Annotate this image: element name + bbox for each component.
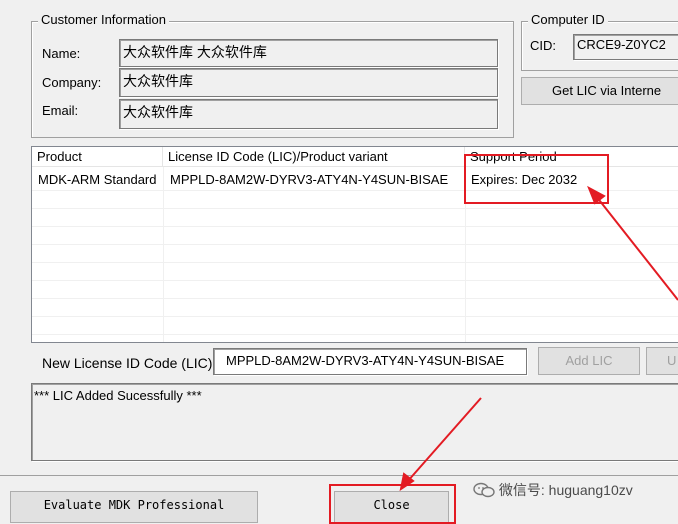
wechat-watermark: 微信号: huguang10zv [473,480,633,502]
arrow-to-support-period [587,185,678,301]
arrow-to-close-button [399,397,482,492]
wechat-icon [473,482,495,498]
annotation-arrows [399,185,678,492]
watermark-text: 微信号: huguang10zv [498,482,633,498]
